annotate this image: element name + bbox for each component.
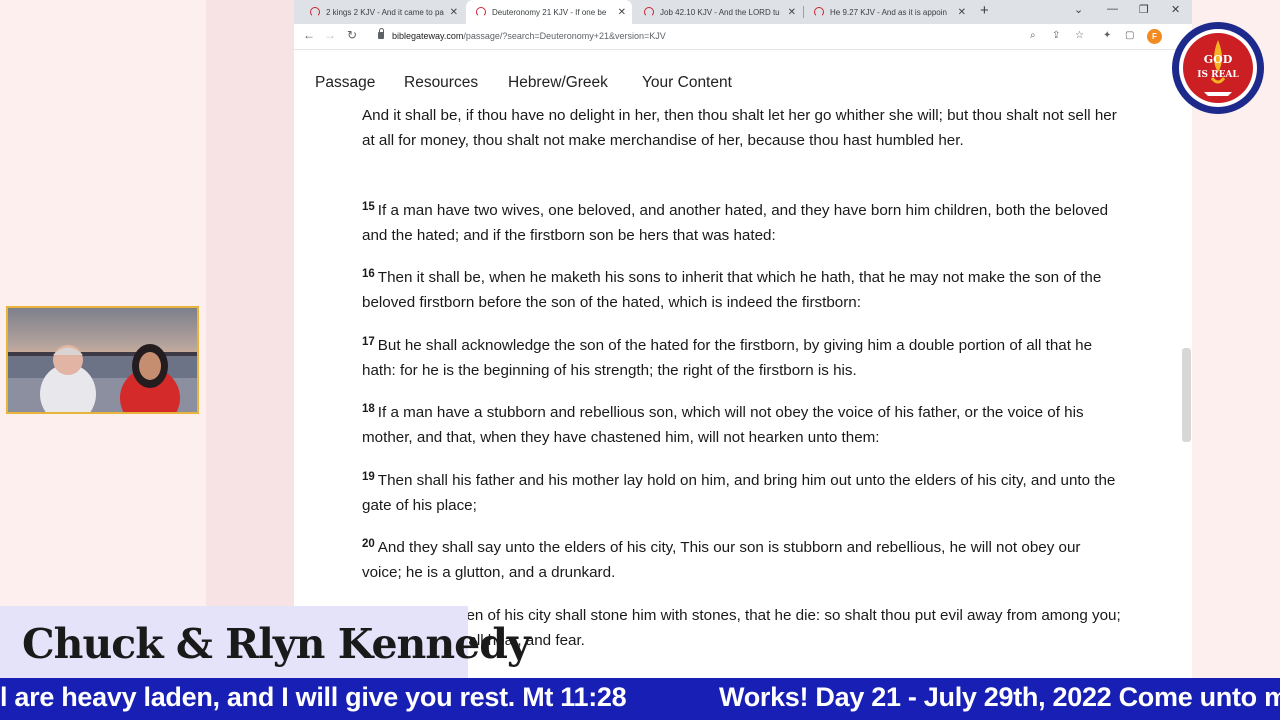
god-is-real-logo: GOD IS REAL [1166, 20, 1270, 116]
verse-text: But he shall acknowledge the son of the … [362, 337, 1093, 379]
logo-text-line2: IS REAL [1197, 70, 1239, 80]
url-domain: biblegateway.com [392, 31, 464, 41]
biblegateway-favicon-icon [814, 7, 824, 17]
url-path: /passage/?search=Deuteronomy+21&version=… [463, 31, 666, 41]
verse-text: If a man have two wives, one beloved, an… [362, 202, 1109, 244]
verse-number: 16 [362, 268, 375, 280]
verse-number: 20 [362, 538, 375, 550]
webcam-video-frame [8, 308, 197, 412]
ticker-text-right: Works! Day 21 - July 29th, 2022 Come unt… [719, 682, 1280, 712]
address-bar[interactable]: biblegateway.com/passage/?search=Deutero… [392, 31, 666, 41]
restore-icon[interactable]: ❐ [1139, 3, 1149, 16]
passage-content: And it shall be, if thou have no delight… [294, 108, 1192, 678]
verse-18: 18 If a man have a stubborn and rebelliou… [362, 397, 1124, 450]
browser-tab[interactable]: 2 kings 2 KJV - And it came to pa ✕ [300, 0, 464, 24]
biblegateway-favicon-icon [310, 7, 320, 17]
lock-icon[interactable] [378, 28, 384, 39]
nav-passage[interactable]: Passage [315, 74, 375, 92]
nav-hebrew-greek[interactable]: Hebrew/Greek [508, 74, 608, 92]
biblegateway-favicon-icon [476, 7, 486, 17]
close-icon[interactable]: ✕ [788, 7, 796, 18]
logo-text-line1: GOD [1204, 53, 1233, 66]
extensions-icon[interactable]: ✦ [1103, 30, 1111, 41]
verse-15: 15 If a man have two wives, one beloved, … [362, 195, 1124, 248]
webcam-feed [6, 306, 199, 414]
biblegateway-favicon-icon [644, 7, 654, 17]
bookmark-star-icon[interactable]: ☆ [1075, 30, 1084, 41]
browser-tab[interactable]: Job 42.10 KJV - And the LORD tu ✕ [634, 0, 802, 24]
profile-avatar[interactable]: F [1147, 29, 1162, 44]
browser-window: 2 kings 2 KJV - And it came to pa ✕ Deut… [294, 0, 1192, 678]
reload-icon[interactable]: ↻ [347, 28, 357, 42]
browser-tab[interactable]: He 9.27 KJV - And as it is appoin ✕ [804, 0, 972, 24]
browser-toolbar: ← → ↻ biblegateway.com/passage/?search=D… [294, 24, 1192, 50]
verse-20: 20 And they shall say unto the elders of … [362, 532, 1124, 585]
verse-number: 19 [362, 471, 375, 483]
verse-17: 17 But he shall acknowledge the son of th… [362, 330, 1124, 383]
tab-title: 2 kings 2 KJV - And it came to pa [326, 7, 444, 17]
verse-19: 19 Then shall his father and his mother l… [362, 465, 1124, 518]
back-arrow-icon[interactable]: ← [303, 28, 315, 42]
verse-number: 17 [362, 336, 375, 348]
zoom-icon[interactable]: ⌕ [1030, 30, 1036, 41]
scrollbar-thumb[interactable] [1182, 348, 1191, 442]
verse-16: 16 Then it shall be, when he maketh his s… [362, 262, 1124, 315]
verse-text: Then it shall be, when he maketh his son… [362, 269, 1102, 311]
verse-text: And they shall say unto the elders of hi… [362, 539, 1081, 581]
tab-search-icon[interactable]: ⌄ [1074, 3, 1083, 16]
host-names: Chuck & Rlyn Kennedy [22, 620, 531, 668]
verse-number: 15 [362, 201, 375, 213]
news-ticker: l are heavy laden, and I will give you r… [0, 678, 1280, 720]
close-icon[interactable]: ✕ [618, 7, 626, 18]
verse-text: Then shall his father and his mother lay… [362, 472, 1116, 514]
ticker-text-left: l are heavy laden, and I will give you r… [0, 682, 627, 712]
verse-text: If a man have a stubborn and rebellious … [362, 404, 1084, 446]
new-tab-button[interactable]: + [980, 2, 989, 19]
close-window-icon[interactable]: ✕ [1171, 3, 1180, 16]
site-nav: Passage Resources Hebrew/Greek Your Cont… [294, 50, 1192, 108]
share-icon[interactable]: ⇪ [1052, 30, 1060, 41]
lower-third-nameplate: Chuck & Rlyn Kennedy [0, 606, 531, 678]
verse-number: 18 [362, 403, 375, 415]
minimize-icon[interactable]: — [1107, 3, 1118, 15]
close-icon[interactable]: ✕ [450, 7, 458, 18]
tab-strip: 2 kings 2 KJV - And it came to pa ✕ Deut… [294, 0, 1192, 24]
side-panel-icon[interactable]: ▢ [1125, 30, 1134, 41]
tab-title: Deuteronomy 21 KJV - If one be [492, 7, 607, 17]
browser-tab-active[interactable]: Deuteronomy 21 KJV - If one be ✕ [466, 0, 632, 24]
nav-your-content[interactable]: Your Content [642, 74, 732, 92]
tab-title: He 9.27 KJV - And as it is appoin [830, 7, 947, 17]
tab-title: Job 42.10 KJV - And the LORD tu [660, 7, 780, 17]
close-icon[interactable]: ✕ [958, 7, 966, 18]
nav-resources[interactable]: Resources [404, 74, 478, 92]
verse-partial: And it shall be, if thou have no delight… [362, 108, 1117, 149]
forward-arrow-icon[interactable]: → [324, 28, 336, 42]
